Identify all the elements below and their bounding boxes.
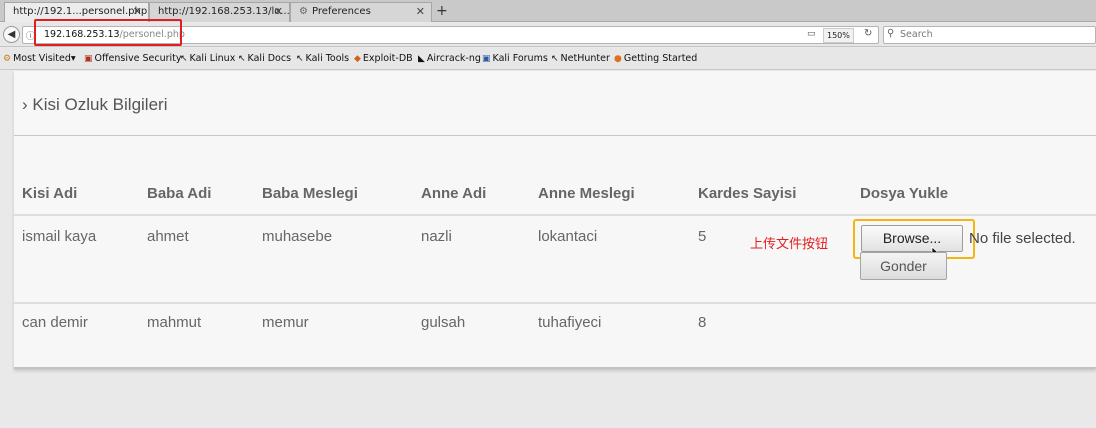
column-header-baba-meslegi: Baba Meslegi <box>262 185 358 202</box>
search-placeholder: Search <box>900 29 933 40</box>
bookmark-nethunter[interactable]: ↖ NetHunter <box>551 53 610 64</box>
bookmark-label: Kali Forums <box>492 53 548 64</box>
new-tab-button[interactable]: + <box>436 2 448 20</box>
reader-view-icon[interactable]: ▭ <box>807 29 816 39</box>
bookmark-offensive-security[interactable]: ▣ Offensive Security <box>84 53 182 64</box>
offsec-icon: ▣ <box>84 54 93 64</box>
bookmark-getting-started[interactable]: ● Getting Started <box>614 53 697 64</box>
table-cell: mahmut <box>147 314 202 331</box>
browse-file-button[interactable]: Browse... <box>861 225 963 252</box>
table-cell: gulsah <box>421 314 466 331</box>
bookmark-most-visited[interactable]: ⚙ Most Visited▾ <box>3 53 76 64</box>
bookmark-kali-linux[interactable]: ↖ Kali Linux <box>180 53 235 64</box>
search-input[interactable]: ⚲ Search <box>883 26 1096 44</box>
aircrack-icon: ◣ <box>418 54 425 64</box>
upload-button-annotation: 上传文件按钮 <box>750 237 829 252</box>
table-cell: lokantaci <box>538 228 598 245</box>
column-header-kisi-adi: Kisi Adi <box>22 185 78 202</box>
bookmark-label: Kali Docs <box>247 53 292 64</box>
kali-dragon-icon: ↖ <box>296 54 304 64</box>
column-header-baba-adi: Baba Adi <box>147 185 212 202</box>
exploit-db-icon: ◆ <box>354 54 361 64</box>
table-cell: ahmet <box>147 228 189 245</box>
bookmark-exploit-db[interactable]: ◆ Exploit-DB <box>354 53 413 64</box>
kali-forums-icon: ▣ <box>482 54 491 64</box>
page-title: › Kisi Ozluk Bilgileri <box>22 95 168 114</box>
bookmark-kali-forums[interactable]: ▣ Kali Forums <box>482 53 548 64</box>
tab-label: Preferences <box>311 6 371 17</box>
kali-dragon-icon: ↖ <box>551 54 559 64</box>
back-button[interactable]: ◀ <box>3 26 20 43</box>
chevron-down-icon: ▾ <box>70 53 76 64</box>
row-divider <box>14 302 1096 304</box>
bookmark-aircrack-ng[interactable]: ◣ Aircrack-ng <box>418 53 481 64</box>
tab-label: http://192.168.253.13/lo... <box>158 6 290 17</box>
gear-icon: ⚙ <box>299 6 308 17</box>
search-icon: ⚲ <box>887 28 895 39</box>
bookmark-kali-docs[interactable]: ↖ Kali Docs <box>238 53 291 64</box>
column-header-dosya-yukle: Dosya Yukle <box>860 185 949 202</box>
zoom-indicator[interactable]: 150% <box>823 28 854 43</box>
url-highlight-box <box>34 19 182 46</box>
table-cell: ismail kaya <box>22 228 97 245</box>
close-icon[interactable]: ✕ <box>416 3 425 21</box>
bookmark-label: Offensive Security <box>94 53 182 64</box>
bookmark-label: Kali Linux <box>189 53 236 64</box>
bookmark-label: Getting Started <box>623 53 698 64</box>
tab-preferences[interactable]: ⚙ Preferences ✕ <box>290 2 432 22</box>
tab-label: http://192.1...personel.php <box>13 6 148 17</box>
table-cell: muhasebe <box>262 228 333 245</box>
table-cell: nazli <box>421 228 452 245</box>
gear-icon: ⚙ <box>3 54 12 64</box>
column-header-anne-meslegi: Anne Meslegi <box>538 185 635 202</box>
kali-dragon-icon: ↖ <box>238 54 246 64</box>
table-cell: 8 <box>698 314 707 331</box>
bookmark-label: Most Visited <box>13 53 71 64</box>
page-content: › Kisi Ozluk Bilgileri Kisi Adi Baba Adi… <box>14 71 1096 369</box>
column-header-kardes-sayisi: Kardes Sayisi <box>698 185 797 202</box>
gonder-submit-button[interactable]: Gonder <box>860 252 947 280</box>
bookmark-label: NetHunter <box>560 53 610 64</box>
table-cell: memur <box>262 314 309 331</box>
firefox-icon: ● <box>614 54 622 64</box>
bookmark-label: Kali Tools <box>305 53 350 64</box>
header-divider <box>14 214 1096 216</box>
table-cell: can demir <box>22 314 88 331</box>
no-file-selected-text: No file selected. <box>969 230 1076 247</box>
bookmark-label: Exploit-DB <box>362 53 413 64</box>
reload-icon[interactable]: ↻ <box>864 28 872 39</box>
column-header-anne-adi: Anne Adi <box>421 185 487 202</box>
table-cell: tuhafiyeci <box>538 314 602 331</box>
bookmarks-toolbar: ⚙ Most Visited▾ ▣ Offensive Security ↖ Kali… <box>0 48 1096 70</box>
divider <box>14 135 1096 136</box>
kali-dragon-icon: ↖ <box>180 54 188 64</box>
bookmark-kali-tools[interactable]: ↖ Kali Tools <box>296 53 349 64</box>
bookmark-label: Aircrack-ng <box>426 53 481 64</box>
close-icon[interactable]: ✕ <box>274 3 283 21</box>
table-cell: 5 <box>698 228 707 245</box>
